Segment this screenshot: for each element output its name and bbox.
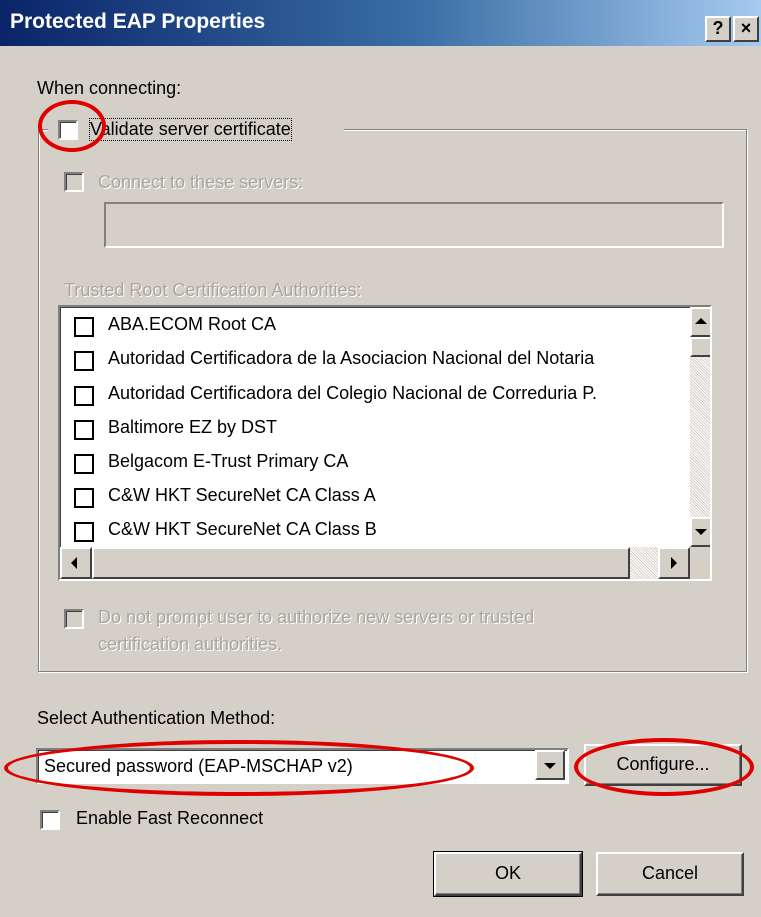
list-item[interactable]: Baltimore EZ by DST	[70, 413, 690, 447]
scroll-left-button[interactable]	[60, 547, 92, 579]
certificate-checkbox[interactable]	[74, 454, 94, 474]
scroll-down-button[interactable]	[690, 517, 710, 547]
chevron-down-icon	[544, 763, 556, 769]
certificate-name: Belgacom E-Trust Primary CA	[108, 451, 349, 471]
window-title: Protected EAP Properties	[10, 10, 266, 33]
validate-server-row[interactable]: Validate server certificate	[48, 117, 344, 145]
do-not-prompt-label-line2: certification authorities.	[98, 634, 283, 654]
certificate-name: C&W HKT SecureNet CA Class B	[108, 519, 377, 539]
validate-server-label: Validate server certificate	[89, 118, 292, 141]
certificate-name: C&W HKT SecureNet CA Class A	[108, 485, 376, 505]
list-item[interactable]: C&W HKT SecureNet CA Class A	[70, 481, 690, 515]
trusted-root-label: Trusted Root Certification Authorities:	[64, 280, 362, 300]
scroll-right-button[interactable]	[658, 547, 690, 579]
do-not-prompt-checkbox[interactable]	[64, 609, 84, 629]
certificate-checkbox[interactable]	[74, 420, 94, 440]
list-item[interactable]: Autoridad Certificadora del Colegio Naci…	[70, 379, 690, 413]
fast-reconnect-checkbox[interactable]	[40, 810, 60, 830]
arrow-right-icon	[671, 557, 677, 569]
certificate-name: Autoridad Certificadora del Colegio Naci…	[108, 383, 597, 403]
scroll-up-button[interactable]	[690, 307, 710, 337]
connect-to-servers-label: Connect to these servers:	[98, 172, 304, 192]
list-item[interactable]: Belgacom E-Trust Primary CA	[70, 447, 690, 481]
certificate-name: Baltimore EZ by DST	[108, 417, 278, 437]
trusted-root-ca-list[interactable]: ABA.ECOM Root CA Autoridad Certificadora…	[58, 305, 712, 581]
vertical-scroll-thumb[interactable]	[690, 337, 710, 357]
close-button[interactable]: ×	[733, 16, 759, 42]
auth-method-label: Select Authentication Method:	[37, 708, 276, 728]
arrow-left-icon	[71, 557, 77, 569]
configure-button[interactable]: Configure...	[584, 744, 742, 786]
servers-input[interactable]	[104, 202, 724, 248]
auth-method-value: Secured password (EAP-MSCHAP v2)	[44, 756, 353, 776]
certificate-checkbox[interactable]	[74, 522, 94, 542]
help-button[interactable]: ?	[705, 16, 731, 42]
list-item[interactable]: C&W HKT SecureNet CA Class B	[70, 515, 690, 549]
arrow-up-icon	[695, 318, 707, 324]
auth-method-select[interactable]: Secured password (EAP-MSCHAP v2)	[36, 748, 569, 784]
validate-server-checkbox[interactable]	[58, 120, 78, 140]
list-item[interactable]: ABA.ECOM Root CA	[70, 310, 690, 344]
when-connecting-label: When connecting:	[37, 78, 182, 98]
ok-button[interactable]: OK	[433, 851, 583, 897]
connect-to-servers-checkbox[interactable]	[64, 172, 84, 192]
certificate-checkbox[interactable]	[74, 351, 94, 371]
certificate-name: ABA.ECOM Root CA	[108, 314, 277, 334]
horizontal-scroll-thumb[interactable]	[92, 547, 630, 579]
auth-method-dropdown-button[interactable]	[535, 750, 565, 780]
certificate-checkbox[interactable]	[74, 488, 94, 508]
cancel-button[interactable]: Cancel	[596, 852, 744, 896]
certificate-name: Autoridad Certificadora de la Asociacion…	[108, 348, 595, 368]
fast-reconnect-label: Enable Fast Reconnect	[76, 808, 264, 828]
certificate-checkbox[interactable]	[74, 317, 94, 337]
title-bar[interactable]: Protected EAP Properties ? ×	[0, 0, 761, 46]
certificate-checkbox[interactable]	[74, 386, 94, 406]
arrow-down-icon	[695, 529, 707, 535]
scrollbar-corner	[690, 547, 710, 579]
list-item[interactable]: Autoridad Certificadora de la Asociacion…	[70, 344, 690, 378]
protected-eap-properties-dialog: Protected EAP Properties ? × When connec…	[0, 0, 761, 917]
do-not-prompt-label-line1: Do not prompt user to authorize new serv…	[98, 607, 535, 627]
